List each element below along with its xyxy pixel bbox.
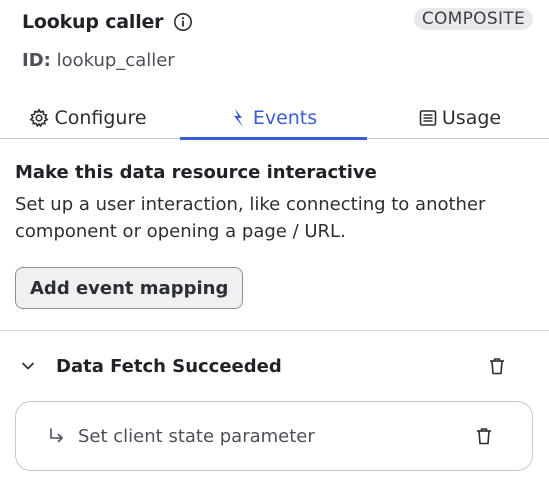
lightning-icon <box>230 108 248 128</box>
event-group-header[interactable]: Data Fetch Succeeded <box>16 348 533 384</box>
info-icon[interactable] <box>173 12 193 32</box>
id-label: ID: <box>22 50 51 71</box>
trash-icon[interactable] <box>472 424 496 448</box>
list-icon <box>419 109 437 127</box>
event-title: Data Fetch Succeeded <box>56 355 282 377</box>
section-divider <box>0 330 549 331</box>
interactive-section: Make this data resource interactive Set … <box>15 158 533 309</box>
add-event-mapping-button[interactable]: Add event mapping <box>15 267 244 309</box>
section-description: Set up a user interaction, like connecti… <box>15 191 533 245</box>
resource-title: Lookup caller <box>22 11 164 33</box>
tab-usage[interactable]: Usage <box>395 96 525 139</box>
tab-label: Events <box>252 106 318 129</box>
id-value: lookup_caller <box>56 50 175 71</box>
type-badge: COMPOSITE <box>413 8 533 30</box>
active-tab-indicator <box>180 137 367 140</box>
trash-icon[interactable] <box>485 354 509 378</box>
tab-events[interactable]: Events <box>180 96 367 139</box>
description-line: component or opening a page / URL. <box>15 221 346 242</box>
tab-label: Usage <box>441 106 502 129</box>
tab-configure[interactable]: Configure <box>18 96 158 139</box>
section-title: Make this data resource interactive <box>15 162 377 183</box>
description-line: Set up a user interaction, like connecti… <box>15 194 486 215</box>
action-label: Set client state parameter <box>78 425 315 447</box>
chevron-down-icon[interactable] <box>16 354 40 378</box>
event-action-card[interactable]: Set client state parameter <box>15 401 533 471</box>
tab-bar: Configure Events Usage <box>0 96 549 140</box>
tab-label: Configure <box>54 106 147 129</box>
gear-icon <box>29 107 50 128</box>
resource-id: ID: lookup_caller <box>22 50 175 71</box>
subdirectory-arrow-icon <box>44 424 68 448</box>
title-row: Lookup caller <box>22 11 193 33</box>
resource-header: Lookup caller COMPOSITE ID: lookup_calle… <box>22 8 533 88</box>
